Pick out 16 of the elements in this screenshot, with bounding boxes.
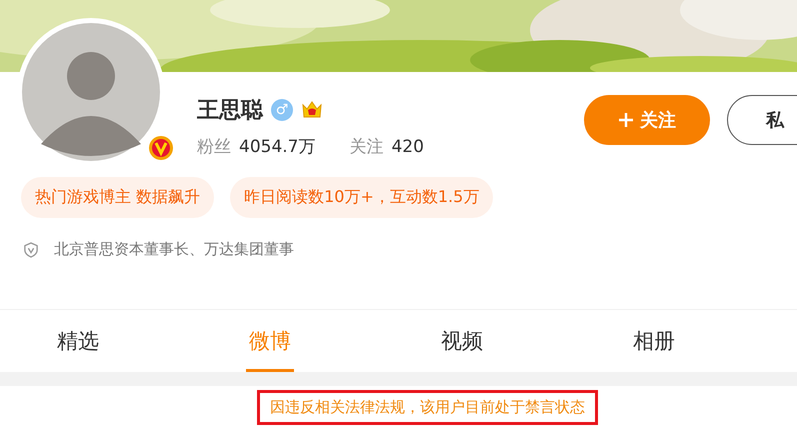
stat-value: 4054.7万 bbox=[239, 136, 316, 158]
tag: 热门游戏博主 数据飙升 bbox=[21, 177, 214, 218]
plus-icon bbox=[618, 112, 634, 128]
tab[interactable]: 精选 bbox=[0, 310, 174, 372]
user-name: 王思聪 bbox=[197, 97, 263, 125]
stat-label: 关注 bbox=[349, 136, 384, 158]
tab[interactable]: 视频 bbox=[366, 310, 558, 372]
stat-value: 420 bbox=[391, 137, 424, 157]
shield-icon bbox=[24, 242, 38, 258]
bio-text: 北京普思资本董事长、万达集团董事 bbox=[54, 240, 294, 259]
gender-badge: ♂ bbox=[271, 99, 293, 121]
notice-text: 因违反相关法律法规，该用户目前处于禁言状态 bbox=[257, 390, 598, 425]
message-button[interactable]: 私 bbox=[727, 95, 797, 145]
tag: 昨日阅读数10万+，互动数1.5万 bbox=[230, 177, 494, 218]
tab[interactable]: 相册 bbox=[558, 310, 750, 372]
stat-label: 粉丝 bbox=[197, 136, 231, 158]
